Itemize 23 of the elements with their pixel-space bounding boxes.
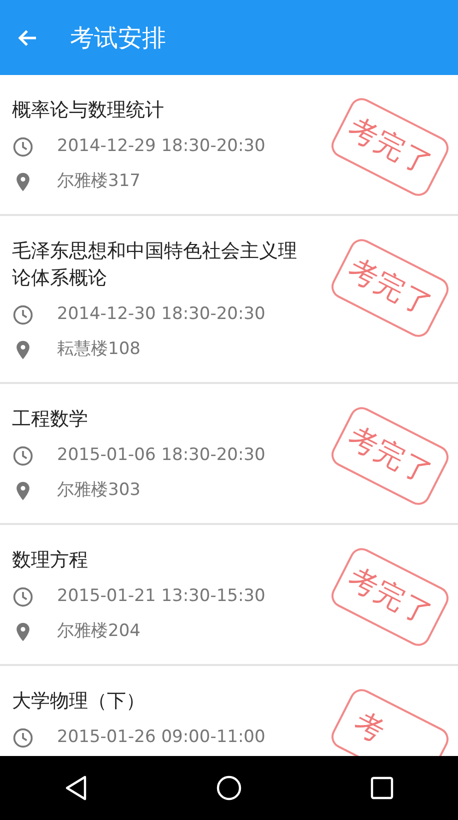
clock-icon: [12, 586, 34, 608]
exam-location: 耘慧楼108: [57, 338, 140, 362]
exam-title: 概率论与数理统计: [12, 98, 165, 123]
exam-time: 2015-01-26 09:00-11:00: [57, 726, 266, 750]
recents-nav-icon[interactable]: [370, 776, 394, 800]
screen-title: 考试安排: [70, 22, 166, 54]
exam-time: 2014-12-29 18:30-20:30: [57, 135, 266, 158]
exam-location: 尔雅楼204: [57, 620, 140, 644]
clock-icon: [12, 727, 34, 749]
exam-time: 2015-01-21 13:30-15:30: [57, 585, 266, 608]
clock-icon: [12, 136, 34, 158]
exam-time: 2014-12-30 18:30-20:30: [57, 303, 266, 326]
clock-icon: [12, 304, 34, 326]
exam-title: 大学物理（下）: [12, 689, 146, 714]
exam-title: 数理方程: [12, 548, 89, 573]
exam-time: 2015-01-06 18:30-20:30: [57, 444, 266, 468]
home-nav-icon[interactable]: [216, 775, 242, 801]
exam-location: 尔雅楼303: [57, 479, 140, 502]
exam-title: 毛泽东思想和中国特色社会主义理论体系概论: [12, 239, 298, 291]
exam-title: 工程数学: [12, 407, 89, 432]
back-nav-icon[interactable]: [64, 775, 88, 801]
exam-location: 尔雅楼317: [57, 170, 140, 194]
clock-icon: [12, 445, 34, 467]
